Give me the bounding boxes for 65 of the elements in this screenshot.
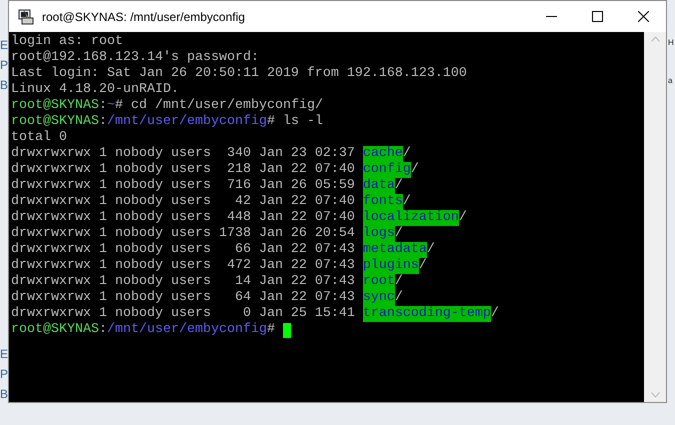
terminal-text: drwxrwxrwx 1 nobody users 472 Jan 22 07:43 [11,258,356,274]
terminal-text: login as: root [11,34,123,50]
terminal-text: / [394,274,403,290]
terminal-text: drwxrwxrwx 1 nobody users 340 Jan 23 02:37 [11,146,356,162]
terminal-text: root@SKYNAS [11,98,99,114]
terminal-text: / [402,194,411,210]
terminal-text: Last login: Sat Jan 26 20:50:11 2019 from 192.168.123.100 [11,66,467,82]
terminal-text: # ls -l [266,114,323,130]
background-text: a [668,76,674,86]
background-text: H [668,38,674,48]
terminal-text: /mnt/user/embyconfig [106,114,267,130]
terminal-text: / [402,146,411,162]
terminal-text: total 0 [11,130,67,146]
terminal-text: : [98,98,107,114]
window-title: root@SKYNAS: /mnt/user/embyconfig [42,8,245,26]
terminal-text: : [98,322,107,338]
directory-name: sync [362,290,395,306]
terminal-text: / [394,226,403,242]
background-text: E [0,37,8,54]
directory-name: plugins [362,258,419,274]
scrollbar[interactable] [644,32,666,402]
terminal-text: / [426,242,435,258]
terminal-text: / [458,210,467,226]
terminal-text: drwxrwxrwx 1 nobody users 0 Jan 25 15:41 [11,306,356,322]
terminal-text: / [410,162,419,178]
directory-name: root [362,274,395,290]
terminal-text: /mnt/user/embyconfig [106,322,267,338]
terminal-text: drwxrwxrwx 1 nobody users 42 Jan 22 07:40 [11,194,356,210]
background-text: P [0,366,8,383]
terminal-text: drwxrwxrwx 1 nobody users 64 Jan 22 07:43 [11,290,356,306]
background-text: P [0,57,8,74]
terminal-text: root@192.168.123.14's password: [11,50,259,66]
terminal-app-icon [18,8,34,24]
scroll-down-icon[interactable] [650,392,660,398]
terminal-text: / [394,178,403,194]
terminal-text: drwxrwxrwx 1 nobody users 14 Jan 22 07:43 [11,274,356,290]
directory-name: config [362,162,411,178]
terminal-text: drwxrwxrwx 1 nobody users 448 Jan 22 07:40 [11,210,356,226]
terminal-text: drwxrwxrwx 1 nobody users 218 Jan 22 07:40 [11,162,356,178]
background-text: B [0,77,8,94]
terminal-text: drwxrwxrwx 1 nobody users 66 Jan 22 07:43 [11,242,356,258]
terminal-text: root@SKYNAS [11,322,99,338]
terminal-text: root@SKYNAS [11,114,99,130]
terminal-text: drwxrwxrwx 1 nobody users 1738 Jan 26 20:54 [11,226,356,242]
background-text: B [0,386,8,403]
terminal-text: : [98,114,107,130]
directory-name: localization [362,210,459,226]
terminal-text: / [418,258,427,274]
directory-name: cache [362,146,403,162]
terminal-text: # cd /mnt/user/embyconfig/ [114,98,323,114]
directory-name: metadata [362,242,427,258]
background-text: E [0,346,8,363]
terminal-text: / [490,306,499,322]
directory-name: fonts [362,194,403,210]
terminal-text: ~ [106,98,115,114]
terminal-text: # [266,322,276,338]
terminal-text: / [394,290,403,306]
terminal-text: drwxrwxrwx 1 nobody users 716 Jan 26 05:59 [11,178,356,194]
directory-name: data [362,178,395,194]
terminal-text: Linux 4.18.20-unRAID. [11,82,179,98]
directory-name: transcoding-temp [362,306,491,322]
directory-name: logs [362,226,395,242]
scroll-up-icon[interactable] [650,36,660,42]
close-icon [638,11,648,22]
maximize-icon [592,11,602,22]
